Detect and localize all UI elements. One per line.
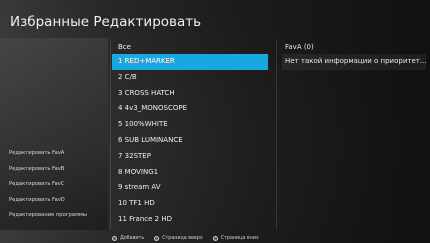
fav-edit-menu: Редактировать FavA Редактировать FavB Ре… bbox=[0, 146, 108, 224]
page-up-hint-label: Страница вверх bbox=[162, 235, 203, 241]
channel-row[interactable]: 9 stream AV bbox=[112, 180, 268, 196]
channel-row[interactable]: 7 32STEP bbox=[112, 149, 268, 165]
ok-icon: ⊙ bbox=[112, 235, 117, 241]
page-up-icon: ① bbox=[154, 235, 160, 241]
footer-hints: ⊙ Добавить ① Страница вверх ② Страница в… bbox=[112, 233, 259, 243]
page-down-hint: ② Страница вниз bbox=[212, 235, 259, 241]
favorite-panel: FavA (0) Нет такой информации о приорите… bbox=[282, 40, 426, 70]
channel-row[interactable]: 8 MOVING1 bbox=[112, 165, 268, 181]
favorite-empty-message: Нет такой информации о приоритет... bbox=[282, 54, 426, 70]
menu-item-edit-favd[interactable]: Редактировать FavD bbox=[0, 193, 108, 209]
channel-row[interactable]: 11 France 2 HD bbox=[112, 212, 268, 228]
channel-list-header: Все bbox=[118, 43, 131, 51]
page-down-icon: ② bbox=[212, 235, 218, 241]
divider bbox=[110, 40, 111, 230]
channel-row[interactable]: 1 RED+MARKER bbox=[112, 54, 268, 70]
favorite-panel-header: FavA (0) bbox=[285, 43, 314, 51]
channel-row[interactable]: 3 CROSS HATCH bbox=[112, 86, 268, 102]
menu-item-edit-favc[interactable]: Редактировать FavC bbox=[0, 177, 108, 193]
channel-row[interactable]: 4 4v3_MONOSCOPE bbox=[112, 101, 268, 117]
menu-item-edit-favb[interactable]: Редактировать FavB bbox=[0, 162, 108, 178]
channel-row[interactable]: 2 C/B bbox=[112, 70, 268, 86]
add-hint: ⊙ Добавить bbox=[112, 235, 145, 241]
channel-list: Все 1 RED+MARKER 2 C/B 3 CROSS HATCH 4 4… bbox=[112, 40, 268, 228]
menu-item-edit-program[interactable]: Редактирование программы bbox=[0, 208, 108, 224]
menu-item-edit-fava[interactable]: Редактировать FavA bbox=[0, 146, 108, 162]
page-down-hint-label: Страница вниз bbox=[220, 235, 259, 241]
page-up-hint: ① Страница вверх bbox=[154, 235, 203, 241]
page-title: Избранные Редактировать bbox=[10, 14, 202, 30]
channel-row[interactable]: 5 100%WHITE bbox=[112, 117, 268, 133]
channel-row[interactable]: 6 SUB LUMINANCE bbox=[112, 133, 268, 149]
add-hint-label: Добавить bbox=[120, 235, 145, 241]
channel-row[interactable]: 10 TF1 HD bbox=[112, 196, 268, 212]
divider bbox=[276, 40, 277, 230]
